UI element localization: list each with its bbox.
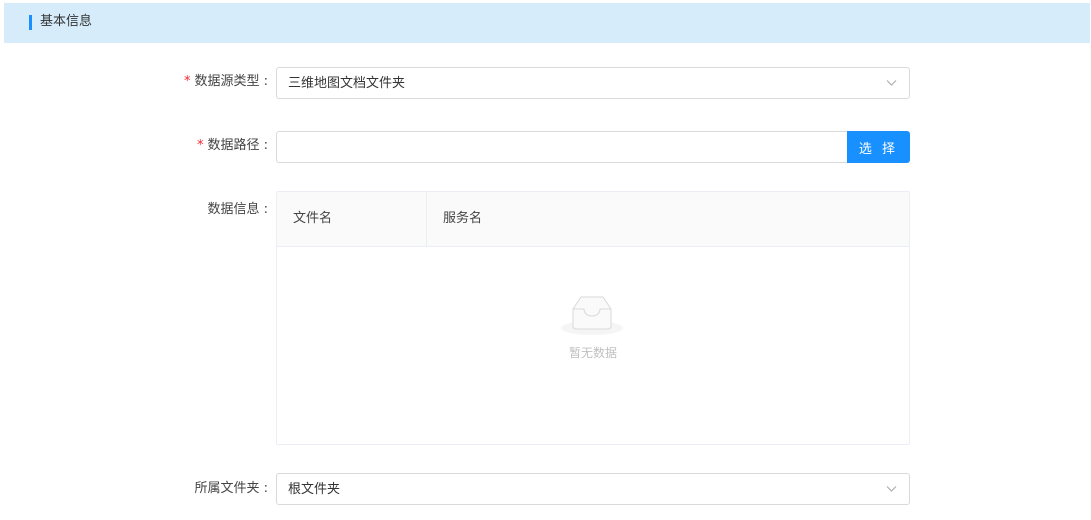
data-path-label: * 数据路径 : <box>197 137 268 155</box>
folder-label: 所属文件夹 : <box>194 481 268 496</box>
section-header: 基本信息 <box>4 3 1090 43</box>
select-path-button[interactable]: 选 择 <box>847 131 910 163</box>
data-path-label-text: 数据路径 : <box>207 138 268 153</box>
table-header: 文件名 服务名 <box>277 192 909 247</box>
empty-text: 暂无数据 <box>568 346 617 360</box>
folder-select[interactable]: 根文件夹 <box>276 473 910 505</box>
data-path-input[interactable] <box>276 131 848 163</box>
data-info-table: 文件名 服务名 暂无数据 <box>276 191 910 445</box>
column-header-service-name: 服务名 <box>443 211 483 226</box>
source-type-label-text: 数据源类型 : <box>194 74 268 89</box>
column-header-file-name: 文件名 <box>277 192 427 246</box>
source-type-select[interactable]: 三维地图文档文件夹 <box>276 67 910 99</box>
required-mark: * <box>196 138 204 153</box>
data-info-label: 数据信息 : <box>207 202 268 217</box>
required-mark: * <box>183 74 191 89</box>
source-type-label: * 数据源类型 : <box>184 73 268 91</box>
folder-value: 根文件夹 <box>288 482 341 497</box>
chevron-down-icon <box>886 80 897 86</box>
section-title: 基本信息 <box>40 14 93 29</box>
chevron-down-icon <box>886 486 897 492</box>
section-accent-bar <box>29 15 32 30</box>
empty-inbox-icon <box>561 296 623 335</box>
source-type-value: 三维地图文档文件夹 <box>288 76 406 91</box>
